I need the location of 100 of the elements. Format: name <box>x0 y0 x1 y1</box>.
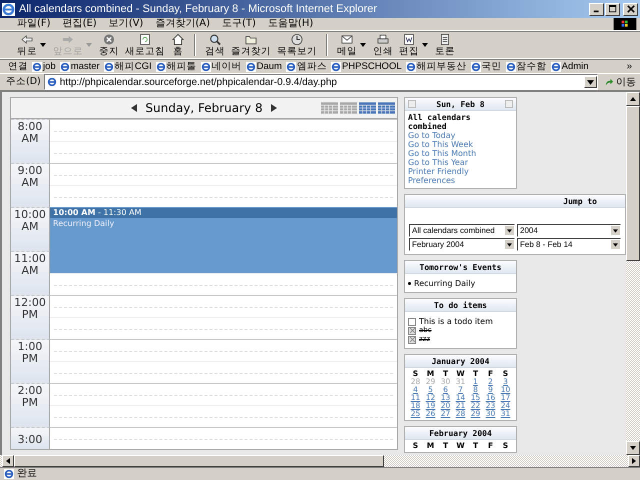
maximize-button[interactable] <box>605 2 620 16</box>
notepad-icon <box>438 33 452 46</box>
day-title: Sunday, February 8 <box>145 101 263 115</box>
toolbar-button[interactable]: 중지 <box>96 33 122 57</box>
dropdown-select[interactable]: 2004 <box>517 224 621 237</box>
toolbar-button[interactable]: 검색 <box>202 33 228 57</box>
toolbar-button[interactable]: 뒤로 <box>14 33 40 57</box>
previous-day-icon[interactable] <box>131 104 138 112</box>
favorite-link[interactable]: PHPSCHOOL <box>330 60 402 72</box>
favorite-link[interactable]: 해피CGI <box>104 60 152 72</box>
box-title: To do items <box>434 300 487 310</box>
toolbar-button[interactable]: 즐겨찾기 <box>228 33 274 57</box>
search-icon <box>208 33 222 46</box>
hour-label: 10:00 AM <box>14 208 46 233</box>
event-name[interactable]: Recurring Daily <box>414 279 476 288</box>
calendar-view-icon[interactable] <box>378 102 395 114</box>
down-arrow-icon <box>630 446 636 450</box>
todo-checkbox[interactable] <box>408 336 416 344</box>
browser-icon <box>506 62 516 72</box>
event-time[interactable]: 10:00 AM - 11:30 AM <box>50 208 397 218</box>
printer-icon <box>376 33 390 46</box>
address-field[interactable]: http://phpicalendar.sourceforge.net/phpicalendar-0.9.4/day.php <box>44 74 598 90</box>
left-arrow-icon <box>20 33 34 46</box>
address-dropdown-button[interactable] <box>584 76 597 88</box>
next-day-icon[interactable] <box>270 104 277 112</box>
calendar-view-icon[interactable] <box>321 102 338 114</box>
sidebar-link[interactable]: Go to This Year <box>408 158 513 167</box>
favorite-link[interactable]: 네이버 <box>200 60 242 72</box>
sidebar-link[interactable]: Go to Today <box>408 131 513 140</box>
select-dropdown-button[interactable] <box>611 226 620 235</box>
dropdown-select[interactable]: February 2004 <box>409 238 515 251</box>
favorite-link[interactable]: Admin <box>550 60 589 72</box>
favorite-link[interactable]: job <box>32 60 56 72</box>
dropdown-select[interactable]: Feb 8 - Feb 14 <box>517 238 621 251</box>
menu-item[interactable]: 도움말(H) <box>262 18 318 30</box>
browser-icon <box>286 62 296 72</box>
minimize-button[interactable] <box>589 2 604 16</box>
page-icon <box>4 469 14 479</box>
dropdown-caret-icon[interactable] <box>40 43 46 47</box>
maximize-icon <box>608 5 616 13</box>
select-dropdown-button[interactable] <box>505 226 514 235</box>
caret-icon <box>587 80 594 84</box>
favorite-link[interactable]: 국민 <box>470 60 502 72</box>
select-dropdown-button[interactable] <box>611 240 620 249</box>
browser-icon <box>32 62 42 72</box>
toolbar-button[interactable]: 새로고침 <box>122 33 168 57</box>
todo-checkbox[interactable] <box>408 326 416 334</box>
stop-icon <box>102 33 116 46</box>
browser-icon <box>156 62 166 72</box>
scrollbar-thumb[interactable] <box>14 455 384 467</box>
sidebar-link[interactable]: Go to This Month <box>408 149 513 158</box>
dropdown-caret-icon[interactable] <box>422 43 428 47</box>
time-slot[interactable]: 10:00 AM - 11:30 AM Recurring Daily <box>50 207 397 229</box>
browser-icon <box>406 62 416 72</box>
toolbar-button[interactable]: 메일 <box>334 33 360 57</box>
scrollbar-thumb[interactable] <box>626 106 640 261</box>
favorite-link[interactable]: 해피툴 <box>156 60 197 72</box>
scroll-up-button[interactable] <box>626 92 640 106</box>
caret-icon <box>613 228 618 232</box>
select-dropdown-button[interactable] <box>505 240 514 249</box>
right-arrow-icon <box>632 458 636 464</box>
sidebar-link[interactable]: Preferences <box>408 176 513 185</box>
favorite-link[interactable]: master <box>60 60 100 72</box>
menu-item[interactable]: 즐겨찾기(A) <box>150 18 215 30</box>
toolbar-button[interactable]: 토론 <box>432 33 458 57</box>
close-button[interactable] <box>623 2 638 16</box>
favorite-link[interactable]: Daum <box>246 60 282 72</box>
scroll-left-button[interactable] <box>2 455 14 467</box>
sidebar-link[interactable]: Go to This Week <box>408 140 513 149</box>
toolbar-button[interactable]: 인쇄 <box>370 33 396 57</box>
right-arrow-icon <box>61 33 75 46</box>
document-icon <box>402 33 416 46</box>
cross-icon <box>410 337 414 342</box>
favorite-link[interactable]: 잠수함 <box>506 60 547 72</box>
menu-item[interactable]: 편집(E) <box>58 18 102 30</box>
status-text: 완료 <box>17 468 37 480</box>
menu-item[interactable]: 도구(T) <box>217 18 261 30</box>
caret-icon <box>507 242 512 246</box>
menu-item[interactable]: 보기(V) <box>104 18 148 30</box>
close-icon <box>626 5 634 13</box>
more-links-button[interactable]: » <box>626 60 640 72</box>
calendar-view-icon[interactable] <box>340 102 357 114</box>
calendar-view-icon[interactable] <box>359 102 376 114</box>
toolbar-button[interactable]: 편집 <box>396 33 422 57</box>
event-title[interactable]: Recurring Daily <box>50 218 397 229</box>
dropdown-select[interactable]: All calendars combined <box>409 224 515 237</box>
dropdown-caret-icon[interactable] <box>360 43 366 47</box>
favorite-link[interactable]: 해피부동산 <box>406 60 467 72</box>
toolbar-button[interactable]: 목록보기 <box>274 33 320 57</box>
menu-item[interactable]: 파일(F) <box>12 18 56 30</box>
todo-checkbox[interactable] <box>408 318 416 326</box>
scroll-right-button[interactable] <box>628 455 640 467</box>
go-button[interactable]: 이동 <box>601 75 640 89</box>
toolbar-button[interactable]: 홈 <box>168 33 188 57</box>
scroll-down-button[interactable] <box>626 441 640 455</box>
browser-icon <box>470 62 481 72</box>
vertical-scrollbar[interactable] <box>626 92 640 455</box>
horizontal-scrollbar[interactable] <box>0 455 640 467</box>
sidebar-link[interactable]: Printer Friendly <box>408 167 513 176</box>
favorite-link[interactable]: 엠파스 <box>286 60 327 72</box>
